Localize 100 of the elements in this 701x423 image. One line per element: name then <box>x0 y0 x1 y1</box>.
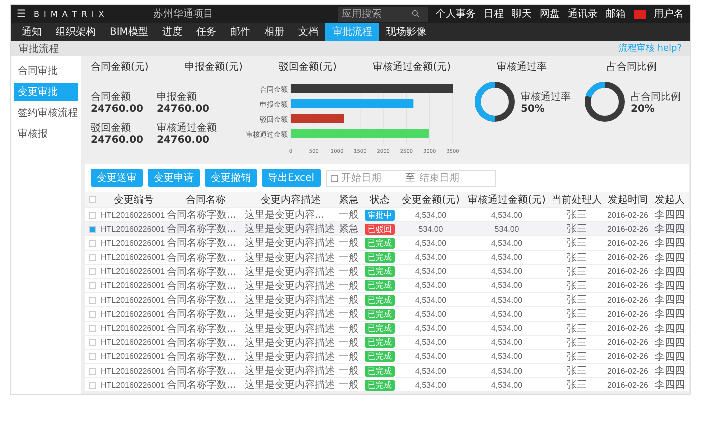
column-header: 当前处理人 <box>551 194 603 206</box>
table-cell-text: 合同名称字数... <box>167 308 238 322</box>
column-header: 变更金额(元) <box>401 194 461 206</box>
select-all-checkbox[interactable] <box>89 196 96 203</box>
table-cell-text: 2016-02-26 <box>606 238 650 248</box>
row-checkbox[interactable] <box>89 268 96 276</box>
column-header: 发起人 <box>654 194 686 206</box>
table-cell-text: 李四四 <box>654 208 686 222</box>
row-checkbox[interactable] <box>89 325 96 332</box>
table-cell-text: 张三 <box>566 378 588 392</box>
table-cell-text: 李四四 <box>654 222 686 236</box>
status-tag: 已完成 <box>365 380 395 391</box>
row-checkbox[interactable] <box>89 212 96 218</box>
table-cell-text: 这里是变更内容描述 <box>245 236 336 250</box>
row-checkbox[interactable] <box>89 339 96 346</box>
range-separator: 至 <box>406 172 416 185</box>
project-selector[interactable]: 苏州华通项目 <box>153 7 214 21</box>
row-checkbox[interactable] <box>89 353 96 360</box>
top-link[interactable]: 日程 <box>484 7 504 21</box>
table-cell-text: 张三 <box>566 350 588 364</box>
table-cell-text: HTL20160226001 <box>101 352 166 362</box>
table-cell-text: 这里是变更内容描述 <box>245 252 336 265</box>
table-cell-text: 2016-02-26 <box>606 296 650 305</box>
nav-tab[interactable]: 组织架构 <box>49 23 103 41</box>
table-cell-text: HTL20160226001 <box>101 380 166 390</box>
top-link[interactable]: 个人事务 <box>436 7 476 21</box>
table-cell-text: 4,534.00 <box>490 380 524 390</box>
summary-heading: 申报金额(元) <box>185 60 243 74</box>
top-link[interactable]: 邮箱 <box>606 7 626 21</box>
sidebar-item[interactable]: 审核报 <box>14 125 78 143</box>
nav-tab[interactable]: 任务 <box>189 23 224 41</box>
nav-tab[interactable]: 现场影像 <box>379 23 434 41</box>
top-link[interactable]: 网盘 <box>540 7 560 21</box>
column-header: 发起时间 <box>607 194 649 206</box>
column-header: 状态 <box>369 194 391 206</box>
nav-tab[interactable]: 相册 <box>257 23 292 41</box>
table-cell-text: 4,534.00 <box>414 380 448 390</box>
table-cell-text: 张三 <box>566 280 588 293</box>
table-cell-text: 4,534.00 <box>414 296 448 305</box>
search-icon <box>412 10 420 18</box>
rate-label: 占合同比例 <box>631 90 681 104</box>
row-checkbox[interactable] <box>89 226 96 233</box>
stat-value: 24760.00 <box>157 135 211 146</box>
column-header: 审核通过金额(元) <box>467 194 547 206</box>
row-checkbox[interactable] <box>89 382 96 389</box>
table-cell-text: 一般 <box>338 252 360 265</box>
stat-value: 24760.00 <box>91 135 145 146</box>
status-tag: 已完成 <box>365 308 395 320</box>
sidebar-item[interactable]: 合同审批 <box>14 62 78 80</box>
table-cell-text: 张三 <box>566 322 588 336</box>
menu-icon[interactable]: ☰ <box>17 8 26 20</box>
table-cell-text: 合同名称字数... <box>167 322 238 336</box>
table-cell-text: 4,534.00 <box>490 267 524 276</box>
table-cell-text: 张三 <box>566 252 588 265</box>
table-cell-text: 合同名称字数... <box>167 336 238 350</box>
status-tag: 已完成 <box>365 294 395 306</box>
nav-tab[interactable]: 文档 <box>291 23 326 41</box>
top-link[interactable]: 聊天 <box>512 7 532 21</box>
table-cell-text: 张三 <box>566 236 588 250</box>
table-cell-text: 一般 <box>338 294 360 308</box>
rate-title: 审核通过率 <box>497 60 547 74</box>
table-cell-text: 李四四 <box>654 308 686 322</box>
table-cell-text: 一般 <box>338 266 360 279</box>
row-checkbox[interactable] <box>89 310 96 318</box>
status-tag: 已完成 <box>365 366 395 377</box>
table-cell-text: 4,534.00 <box>414 324 448 333</box>
table-cell-text: 张三 <box>566 294 588 308</box>
row-checkbox[interactable] <box>89 282 96 290</box>
flag-icon[interactable] <box>634 10 646 18</box>
summary-heading: 合同金额(元) <box>91 60 149 74</box>
row-checkbox[interactable] <box>89 254 96 262</box>
table-cell-text: 李四四 <box>654 350 686 364</box>
rate-title: 占合同比例 <box>607 60 657 74</box>
nav-tab[interactable]: 通知 <box>15 23 49 41</box>
summary-heading: 驳回金额(元) <box>279 60 337 74</box>
table-cell-text: HTL20160226001 <box>101 238 166 248</box>
row-checkbox[interactable] <box>89 296 96 304</box>
nav-tab[interactable]: 进度 <box>155 23 190 41</box>
table-cell-text: 534.00 <box>418 224 444 234</box>
user-menu[interactable]: 用户名 <box>654 7 684 21</box>
stat-label: 合同金额 <box>91 90 132 104</box>
table-cell-text: 这里是变更内容描述 <box>245 222 336 236</box>
status-tag: 已驳回 <box>365 224 395 235</box>
table-cell-text: 一般 <box>338 350 360 364</box>
table-cell-text: 一般 <box>338 308 360 322</box>
table-cell-text: 4,534.00 <box>414 267 448 276</box>
table-cell-text: 这里是变更内容描述 <box>245 308 336 322</box>
table-cell-text: HTL20160226001 <box>101 310 166 319</box>
breadcrumb: 审批流程 <box>19 42 59 56</box>
stat-value: 24760.00 <box>91 104 145 115</box>
sidebar-item[interactable]: 签约审核流程 <box>14 104 78 122</box>
table-cell-text: 4,534.00 <box>490 238 524 248</box>
nav-tab[interactable]: 邮件 <box>223 23 258 41</box>
table-cell-text: 合同名称字数... <box>167 280 238 293</box>
table-cell-text: 李四四 <box>654 336 686 350</box>
row-checkbox[interactable] <box>89 368 96 375</box>
row-checkbox[interactable] <box>89 240 96 247</box>
table-cell-text: 4,534.00 <box>490 210 524 220</box>
nav-tab[interactable]: BIM模型 <box>103 23 156 41</box>
top-link[interactable]: 通讯录 <box>568 7 598 21</box>
